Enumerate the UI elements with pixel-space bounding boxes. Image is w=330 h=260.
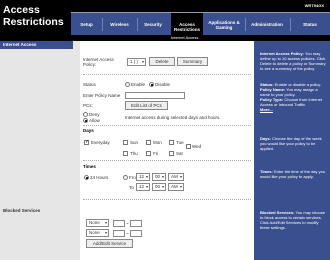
deny-label: Deny <box>89 112 100 117</box>
to-label: To <box>129 185 134 190</box>
tab-separator <box>137 18 138 31</box>
edit-list-of-pcs-button[interactable]: Edit List of PCs <box>125 101 168 110</box>
day-label-wed: Wed <box>192 144 202 149</box>
summary-button[interactable]: Summary <box>177 57 208 66</box>
help-days: Days: Choose the day of the week you wou… <box>260 136 322 151</box>
everyday-label: Everyday <box>91 140 110 145</box>
days-label: Days <box>83 128 94 133</box>
model-label: WRT54GX <box>304 3 324 8</box>
tab-setup[interactable]: Setup <box>73 13 100 36</box>
chevron-down-icon: ▾ <box>161 174 164 179</box>
times-label: Times <box>83 164 96 169</box>
disable-radio[interactable] <box>149 82 154 87</box>
day-checkbox-fri[interactable] <box>146 151 151 156</box>
add-edit-service-button[interactable]: Add/Edit Service <box>86 239 133 248</box>
divider <box>83 199 251 200</box>
port-to-input[interactable] <box>130 220 142 227</box>
pcs-label: PCs: <box>83 103 93 108</box>
from-hour-select[interactable]: 12 ▾ <box>136 173 150 181</box>
chevron-down-icon: ▾ <box>161 184 164 189</box>
allow-radio[interactable] <box>83 118 88 123</box>
divider <box>83 74 251 75</box>
enable-radio[interactable] <box>125 82 130 87</box>
24-hours-radio[interactable] <box>84 175 89 180</box>
day-checkbox-sat[interactable] <box>169 151 174 156</box>
page-title: Access Restrictions <box>3 4 64 28</box>
tab-wireless[interactable]: Wireless <box>104 13 135 36</box>
day-label-fri: Fri <box>153 151 159 156</box>
tab-separator <box>245 18 246 31</box>
enable-label: Enable <box>131 82 146 87</box>
chevron-down-icon: ▾ <box>179 184 182 189</box>
chevron-down-icon: ▾ <box>141 59 144 64</box>
day-checkbox-mon[interactable] <box>146 140 151 145</box>
divider <box>83 125 251 126</box>
help-panel: Internet Access Policy: You may define u… <box>256 41 330 260</box>
blocked-service-select[interactable]: None ▾ <box>86 219 109 227</box>
chevron-down-icon: ▾ <box>179 174 182 179</box>
everyday-checkbox[interactable] <box>84 139 89 145</box>
allow-label: Allow <box>89 118 100 123</box>
divider <box>83 160 251 161</box>
tab-status[interactable]: Status <box>292 13 328 36</box>
header-title-area: Access Restrictions <box>0 0 71 41</box>
delete-button[interactable]: Delete <box>149 57 175 66</box>
help-status: Status: Enable or disable a policy. Poli… <box>260 82 322 112</box>
tab-administration[interactable]: Administration <box>247 13 287 36</box>
section-internet-access: Internet Access <box>0 41 73 49</box>
tab-separator <box>290 18 291 31</box>
day-label-mon: Mon <box>153 140 162 145</box>
to-hour-select[interactable]: 12 ▾ <box>136 183 150 191</box>
tab-bar: Setup Wireless Security Access Restricti… <box>71 12 330 41</box>
24-hours-label: 24 Hours <box>90 175 109 180</box>
blocked-service-select[interactable]: None ▾ <box>86 229 109 237</box>
day-label-thu: Thu <box>130 151 138 156</box>
deny-radio[interactable] <box>83 112 88 117</box>
help-policy: Internet Access Policy: You may define u… <box>260 51 326 71</box>
to-minute-select[interactable]: 00 ▾ <box>152 183 166 191</box>
main-form: Internet Access Policy: 1 ( ) ▾ Delete Su… <box>80 41 254 260</box>
tab-separator <box>102 18 103 31</box>
help-times: Times: Enter the time of the day you wou… <box>260 169 326 179</box>
day-checkbox-thu[interactable] <box>123 151 128 156</box>
help-blocked-services: Blocked Services: You may choose to bloc… <box>260 210 325 230</box>
chevron-down-icon: ▾ <box>104 230 107 235</box>
from-ampm-select[interactable]: AM ▾ <box>168 173 184 181</box>
section-blocked-services: Blocked Services <box>3 208 41 213</box>
day-checkbox-tue[interactable] <box>169 140 174 145</box>
chevron-down-icon: ▾ <box>104 220 107 225</box>
tab-security[interactable]: Security <box>139 13 167 36</box>
port-separator: ~ <box>126 221 129 226</box>
disable-label: Disable <box>155 82 171 87</box>
from-minute-select[interactable]: 00 ▾ <box>152 173 166 181</box>
day-label-tue: Tue <box>176 140 184 145</box>
time-range-radio[interactable] <box>123 175 128 180</box>
policy-select[interactable]: 1 ( ) ▾ <box>127 58 146 66</box>
port-from-input[interactable] <box>113 230 125 237</box>
day-label-sat: Sat <box>176 151 183 156</box>
policy-name-label: Enter Policy Name <box>83 93 121 98</box>
day-checkbox-wed[interactable] <box>186 144 191 149</box>
tab-applications-gaming[interactable]: Applications & Gaming <box>206 13 242 36</box>
port-from-input[interactable] <box>113 220 125 227</box>
chevron-down-icon: ▾ <box>145 174 148 179</box>
port-separator: ~ <box>126 231 129 236</box>
policy-label: Internet Access Policy: <box>83 57 114 67</box>
day-label-sun: Sun <box>130 140 139 145</box>
port-to-input[interactable] <box>130 230 142 237</box>
chevron-down-icon: ▾ <box>145 184 148 189</box>
more-link[interactable]: More... <box>260 107 273 112</box>
gutter <box>73 41 80 260</box>
deny-allow-description: Internet access during selected days and… <box>125 115 221 120</box>
status-label: Status <box>83 82 96 87</box>
policy-name-input[interactable] <box>125 92 185 99</box>
to-ampm-select[interactable]: AM ▾ <box>168 183 184 191</box>
day-checkbox-sun[interactable] <box>123 140 128 145</box>
left-column <box>0 49 73 260</box>
